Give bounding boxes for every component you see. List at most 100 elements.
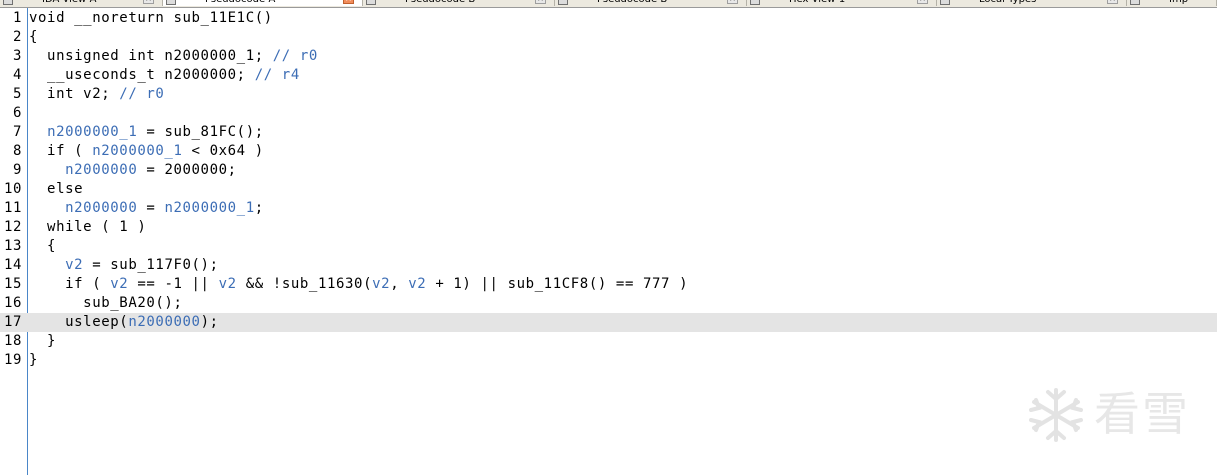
code-token: = — [137, 200, 165, 216]
view-icon — [366, 0, 376, 5]
line-number: 2 — [12, 29, 22, 45]
code-token: < 0x64 ) — [182, 143, 264, 159]
line-number: 13 — [3, 238, 22, 254]
code-token: void __noreturn sub_11E1C() — [29, 10, 273, 26]
code-text: else — [29, 180, 83, 199]
code-token: { — [29, 29, 39, 45]
variable-token[interactable]: v2 — [219, 276, 237, 292]
kanxue-watermark: 看雪 — [1024, 384, 1204, 446]
tab-label: Pseudocode-A — [205, 0, 275, 6]
line-number: 5 — [12, 86, 22, 102]
code-text: { — [29, 237, 56, 256]
line-number: 3 — [12, 48, 22, 64]
variable-token[interactable]: v2 — [408, 276, 426, 292]
code-token: sub_BA20(); — [29, 295, 183, 311]
view-icon — [750, 0, 760, 5]
variable-token[interactable]: n2000000 — [128, 314, 200, 330]
tab-local-types[interactable]: Local Types × — [937, 0, 1127, 6]
code-text: int v2; // r0 — [29, 85, 164, 104]
tab-hex-view-1[interactable]: Hex View-1 × — [747, 0, 937, 6]
line-number: 11 — [3, 200, 22, 216]
code-line[interactable]: 15 if ( v2 == -1 || v2 && !sub_11630(v2,… — [0, 275, 1217, 294]
tab-pseudocode-b[interactable]: Pseudocode-B × — [555, 0, 747, 6]
close-tab-icon[interactable]: × — [535, 0, 546, 4]
code-text: n2000000_1 = sub_81FC(); — [29, 123, 264, 142]
variable-token[interactable]: n2000000_1 — [92, 143, 182, 159]
code-line[interactable]: 13 { — [0, 237, 1217, 256]
view-icon — [1130, 0, 1140, 5]
code-line[interactable]: 9 n2000000 = 2000000; — [0, 161, 1217, 180]
view-icon — [3, 0, 13, 5]
tab-imp[interactable]: Imp — [1127, 0, 1217, 6]
code-text: __useconds_t n2000000; // r4 — [29, 66, 300, 85]
code-line[interactable]: 18 } — [0, 332, 1217, 351]
code-token: unsigned int n2000000_1; — [29, 48, 273, 64]
code-line[interactable]: 8 if ( n2000000_1 < 0x64 ) — [0, 142, 1217, 161]
tab-label: Imp — [1169, 0, 1188, 6]
code-text: if ( n2000000_1 < 0x64 ) — [29, 142, 264, 161]
code-line[interactable]: 6 — [0, 104, 1217, 123]
code-token: __useconds_t n2000000; — [29, 67, 255, 83]
code-token: && !sub_11630( — [236, 276, 373, 292]
code-token: } — [29, 352, 39, 368]
code-text: } — [29, 332, 56, 351]
variable-token[interactable]: n2000000 — [65, 162, 137, 178]
variable-token[interactable]: n2000000_1 — [164, 200, 254, 216]
code-text: v2 = sub_117F0(); — [29, 256, 219, 275]
code-line[interactable]: 7 n2000000_1 = sub_81FC(); — [0, 123, 1217, 142]
close-tab-icon[interactable]: × — [917, 0, 928, 4]
code-line[interactable]: 14 v2 = sub_117F0(); — [0, 256, 1217, 275]
code-line[interactable]: 3 unsigned int n2000000_1; // r0 — [0, 47, 1217, 66]
code-token: if ( — [29, 276, 111, 292]
code-text: n2000000 = 2000000; — [29, 161, 237, 180]
code-text: n2000000 = n2000000_1; — [29, 199, 264, 218]
line-number: 4 — [12, 67, 22, 83]
code-line[interactable]: 4 __useconds_t n2000000; // r4 — [0, 66, 1217, 85]
code-token: = sub_117F0(); — [83, 257, 219, 273]
tab-label: Local Types — [979, 0, 1036, 6]
close-tab-icon[interactable]: × — [727, 0, 738, 4]
tab-label: Hex View-1 — [789, 0, 845, 6]
line-number: 7 — [12, 124, 22, 140]
code-token: } — [29, 333, 57, 349]
tab-pseudocode-a[interactable]: Pseudocode-A × — [163, 0, 363, 6]
code-line[interactable]: 10 else — [0, 180, 1217, 199]
close-tab-icon[interactable]: × — [343, 0, 354, 4]
code-text: sub_BA20(); — [29, 294, 183, 313]
variable-token[interactable]: v2 — [372, 276, 390, 292]
code-line[interactable]: 1 void __noreturn sub_11E1C() — [0, 9, 1217, 28]
tab-label: IDA View-A — [42, 0, 96, 6]
close-tab-icon[interactable]: × — [1107, 0, 1118, 4]
tab-ida-view-a[interactable]: IDA View-A × — [0, 0, 163, 6]
view-icon — [940, 0, 950, 5]
comment-token: // r4 — [254, 67, 300, 83]
tab-label: Pseudocode-B — [597, 0, 667, 6]
watermark-text: 看雪 — [1094, 387, 1190, 441]
code-token: = sub_81FC(); — [137, 124, 264, 140]
variable-token[interactable]: v2 — [65, 257, 83, 273]
code-token: if ( — [29, 143, 93, 159]
comment-token: // r0 — [119, 86, 165, 102]
code-line[interactable]: 2{ — [0, 28, 1217, 47]
close-tab-icon[interactable]: × — [143, 0, 154, 4]
comment-token: // r0 — [272, 48, 318, 64]
pseudocode-view[interactable]: 1 void __noreturn sub_11E1C() 2{3 unsigned… — [0, 9, 1217, 370]
code-token: else — [29, 181, 84, 197]
variable-token[interactable]: n2000000_1 — [47, 124, 137, 140]
line-number: 6 — [12, 105, 22, 121]
view-icon — [166, 0, 176, 5]
code-line[interactable]: 5 int v2; // r0 — [0, 85, 1217, 104]
code-line[interactable]: 12 while ( 1 ) — [0, 218, 1217, 237]
line-number: 10 — [3, 181, 22, 197]
code-line[interactable]: 17 usleep(n2000000); — [0, 313, 1217, 332]
variable-token[interactable]: v2 — [110, 276, 128, 292]
line-number: 1 — [12, 10, 22, 26]
code-line[interactable]: 16 sub_BA20(); — [0, 294, 1217, 313]
code-line[interactable]: 11 n2000000 = n2000000_1; — [0, 199, 1217, 218]
variable-token[interactable]: n2000000 — [65, 200, 137, 216]
tab-pseudocode-b[interactable]: Pseudocode-B × — [363, 0, 555, 6]
code-line[interactable]: 19} — [0, 351, 1217, 370]
